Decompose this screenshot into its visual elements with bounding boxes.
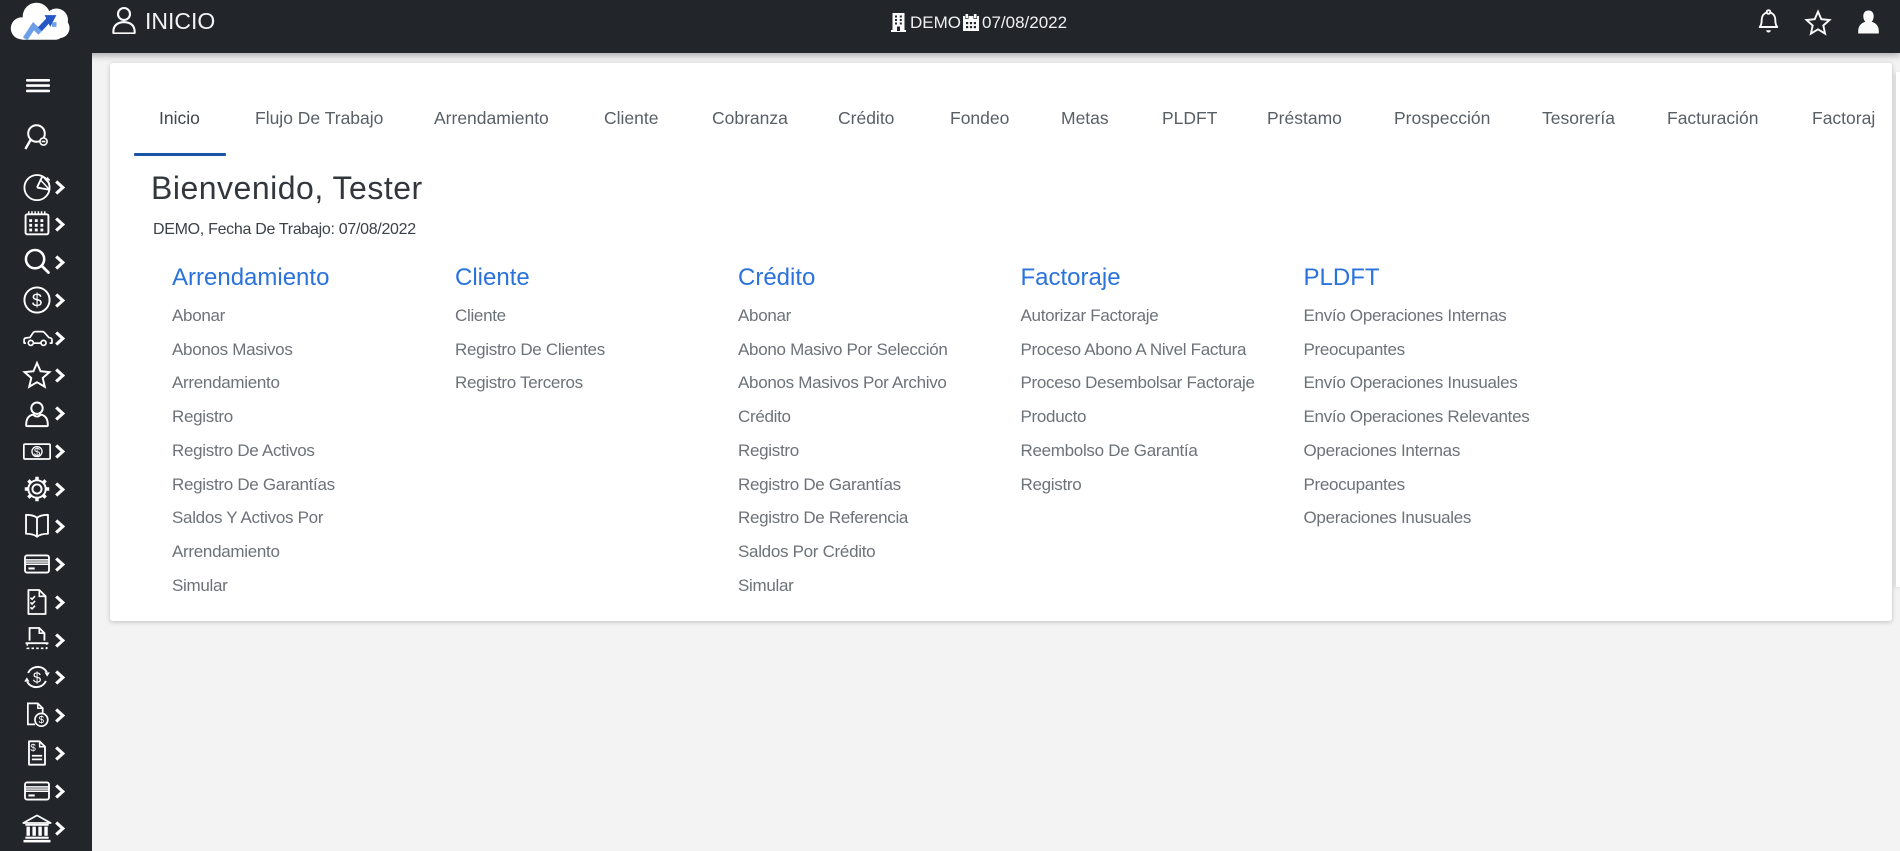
svg-text:$: $ <box>39 715 45 726</box>
svg-text:$: $ <box>33 670 42 686</box>
svg-text:$: $ <box>32 289 42 310</box>
svg-text:$: $ <box>30 743 36 754</box>
svg-text:$: $ <box>34 446 41 458</box>
